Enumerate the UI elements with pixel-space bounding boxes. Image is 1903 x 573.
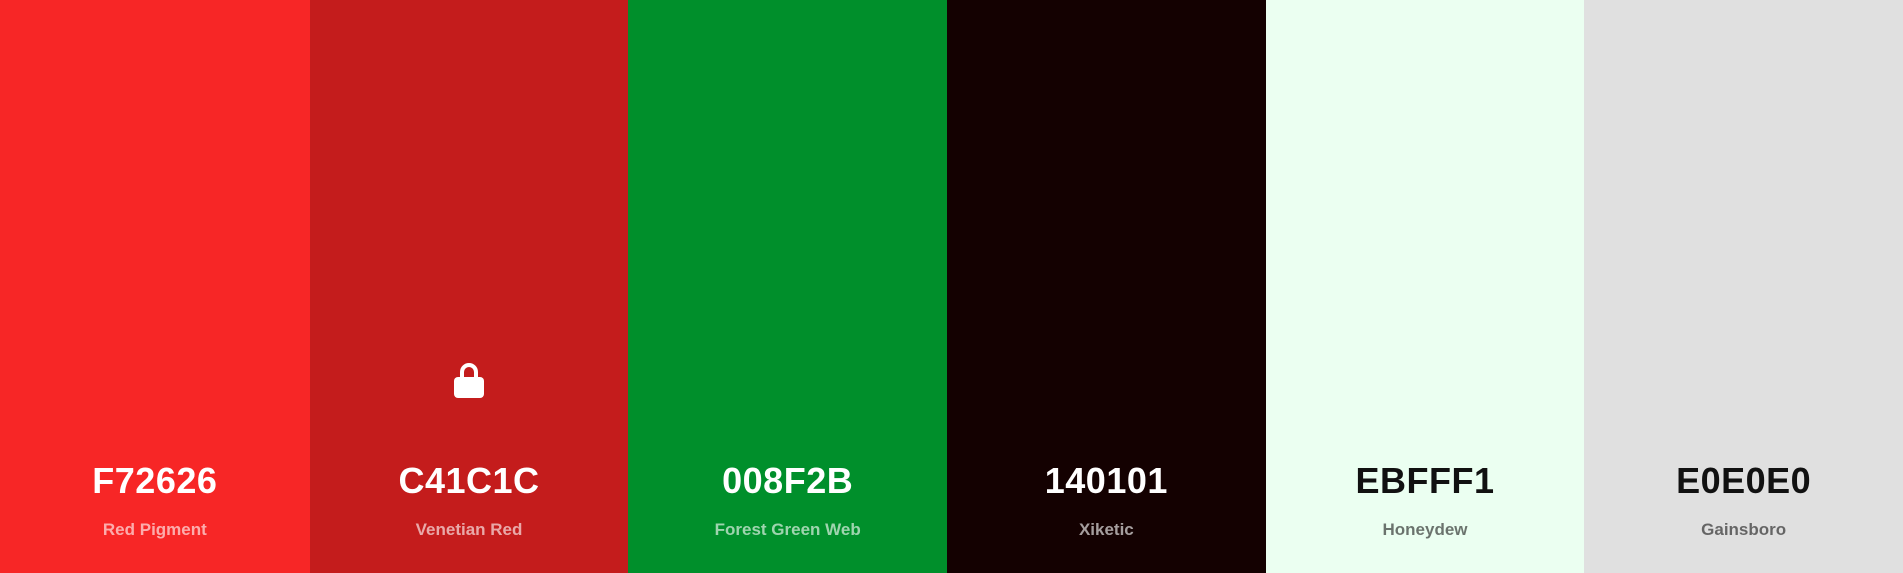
swatch-hex-code[interactable]: C41C1C xyxy=(310,457,629,505)
lock-icon[interactable] xyxy=(452,361,486,399)
swatch-red-pigment[interactable]: F72626 Red Pigment xyxy=(0,0,310,573)
swatch-hex-code[interactable]: EBFFF1 xyxy=(1266,457,1585,505)
color-palette: F72626 Red Pigment C41C1C Venetian Red 0… xyxy=(0,0,1903,573)
swatch-forest-green-web[interactable]: 008F2B Forest Green Web xyxy=(628,0,948,573)
swatch-venetian-red[interactable]: C41C1C Venetian Red xyxy=(309,0,629,573)
swatch-color-name: Red Pigment xyxy=(102,520,207,539)
swatch-xiketic[interactable]: 140101 Xiketic xyxy=(947,0,1266,573)
swatch-hex-code[interactable]: E0E0E0 xyxy=(1584,457,1903,505)
swatch-hex-code[interactable]: 008F2B xyxy=(628,457,947,505)
swatch-color-name: Honeydew xyxy=(1382,520,1468,539)
swatch-gainsboro[interactable]: E0E0E0 Gainsboro xyxy=(1584,0,1903,573)
swatch-color-name: Xiketic xyxy=(1078,520,1134,539)
swatch-honeydew[interactable]: EBFFF1 Honeydew xyxy=(1265,0,1585,573)
swatch-color-name: Forest Green Web xyxy=(714,520,861,539)
swatch-color-name: Venetian Red xyxy=(415,520,523,539)
swatch-color-name: Gainsboro xyxy=(1701,520,1787,539)
swatch-hex-code[interactable]: F72626 xyxy=(0,457,310,505)
swatch-hex-code[interactable]: 140101 xyxy=(947,457,1266,505)
